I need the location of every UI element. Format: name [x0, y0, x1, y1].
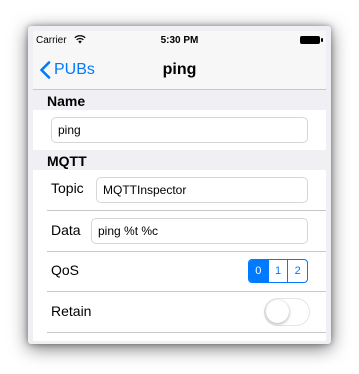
qos-segment-0[interactable]: 0 [249, 260, 269, 282]
section-header-name: Name [33, 90, 326, 110]
retain-toggle[interactable] [264, 298, 310, 326]
qos-segmented-control: 0 1 2 [248, 259, 308, 283]
battery-icon [300, 36, 323, 44]
name-field[interactable]: ping [51, 117, 308, 143]
row-separator [47, 210, 326, 211]
status-bar: Carrier 5:30 PM [33, 31, 326, 51]
topic-field-value: MQTTInspector [103, 183, 187, 197]
status-time: 5:30 PM [160, 35, 199, 46]
data-label: Data [51, 222, 81, 238]
topic-field[interactable]: MQTTInspector [96, 177, 308, 203]
retain-label: Retain [51, 303, 92, 319]
navigation-bar: PUBs ping [33, 51, 326, 90]
chevron-left-icon [40, 61, 51, 79]
topic-label: Topic [51, 180, 84, 196]
mqtt-table: Topic MQTTInspector Data ping %t %c QoS … [33, 170, 326, 341]
row-separator [47, 251, 326, 252]
phone-screen: Carrier 5:30 PM PUBs ping Name ping MQTT… [33, 31, 326, 341]
retain-toggle-knob [266, 300, 289, 323]
qos-segment-2[interactable]: 2 [288, 260, 307, 282]
name-field-value: ping [58, 123, 81, 137]
section-header-mqtt-label: MQTT [47, 153, 87, 169]
data-field[interactable]: ping %t %c [91, 218, 308, 244]
data-field-value: ping %t %c [98, 224, 159, 238]
qos-label: QoS [51, 262, 80, 278]
back-button[interactable]: PUBs [39, 59, 95, 81]
back-button-label: PUBs [54, 61, 95, 78]
section-header-mqtt: MQTT [33, 150, 326, 170]
qos-segment-1[interactable]: 1 [269, 260, 289, 282]
name-cell: ping [33, 110, 326, 150]
section-header-name-label: Name [47, 93, 86, 109]
row-separator [47, 291, 326, 292]
row-separator [47, 332, 326, 333]
